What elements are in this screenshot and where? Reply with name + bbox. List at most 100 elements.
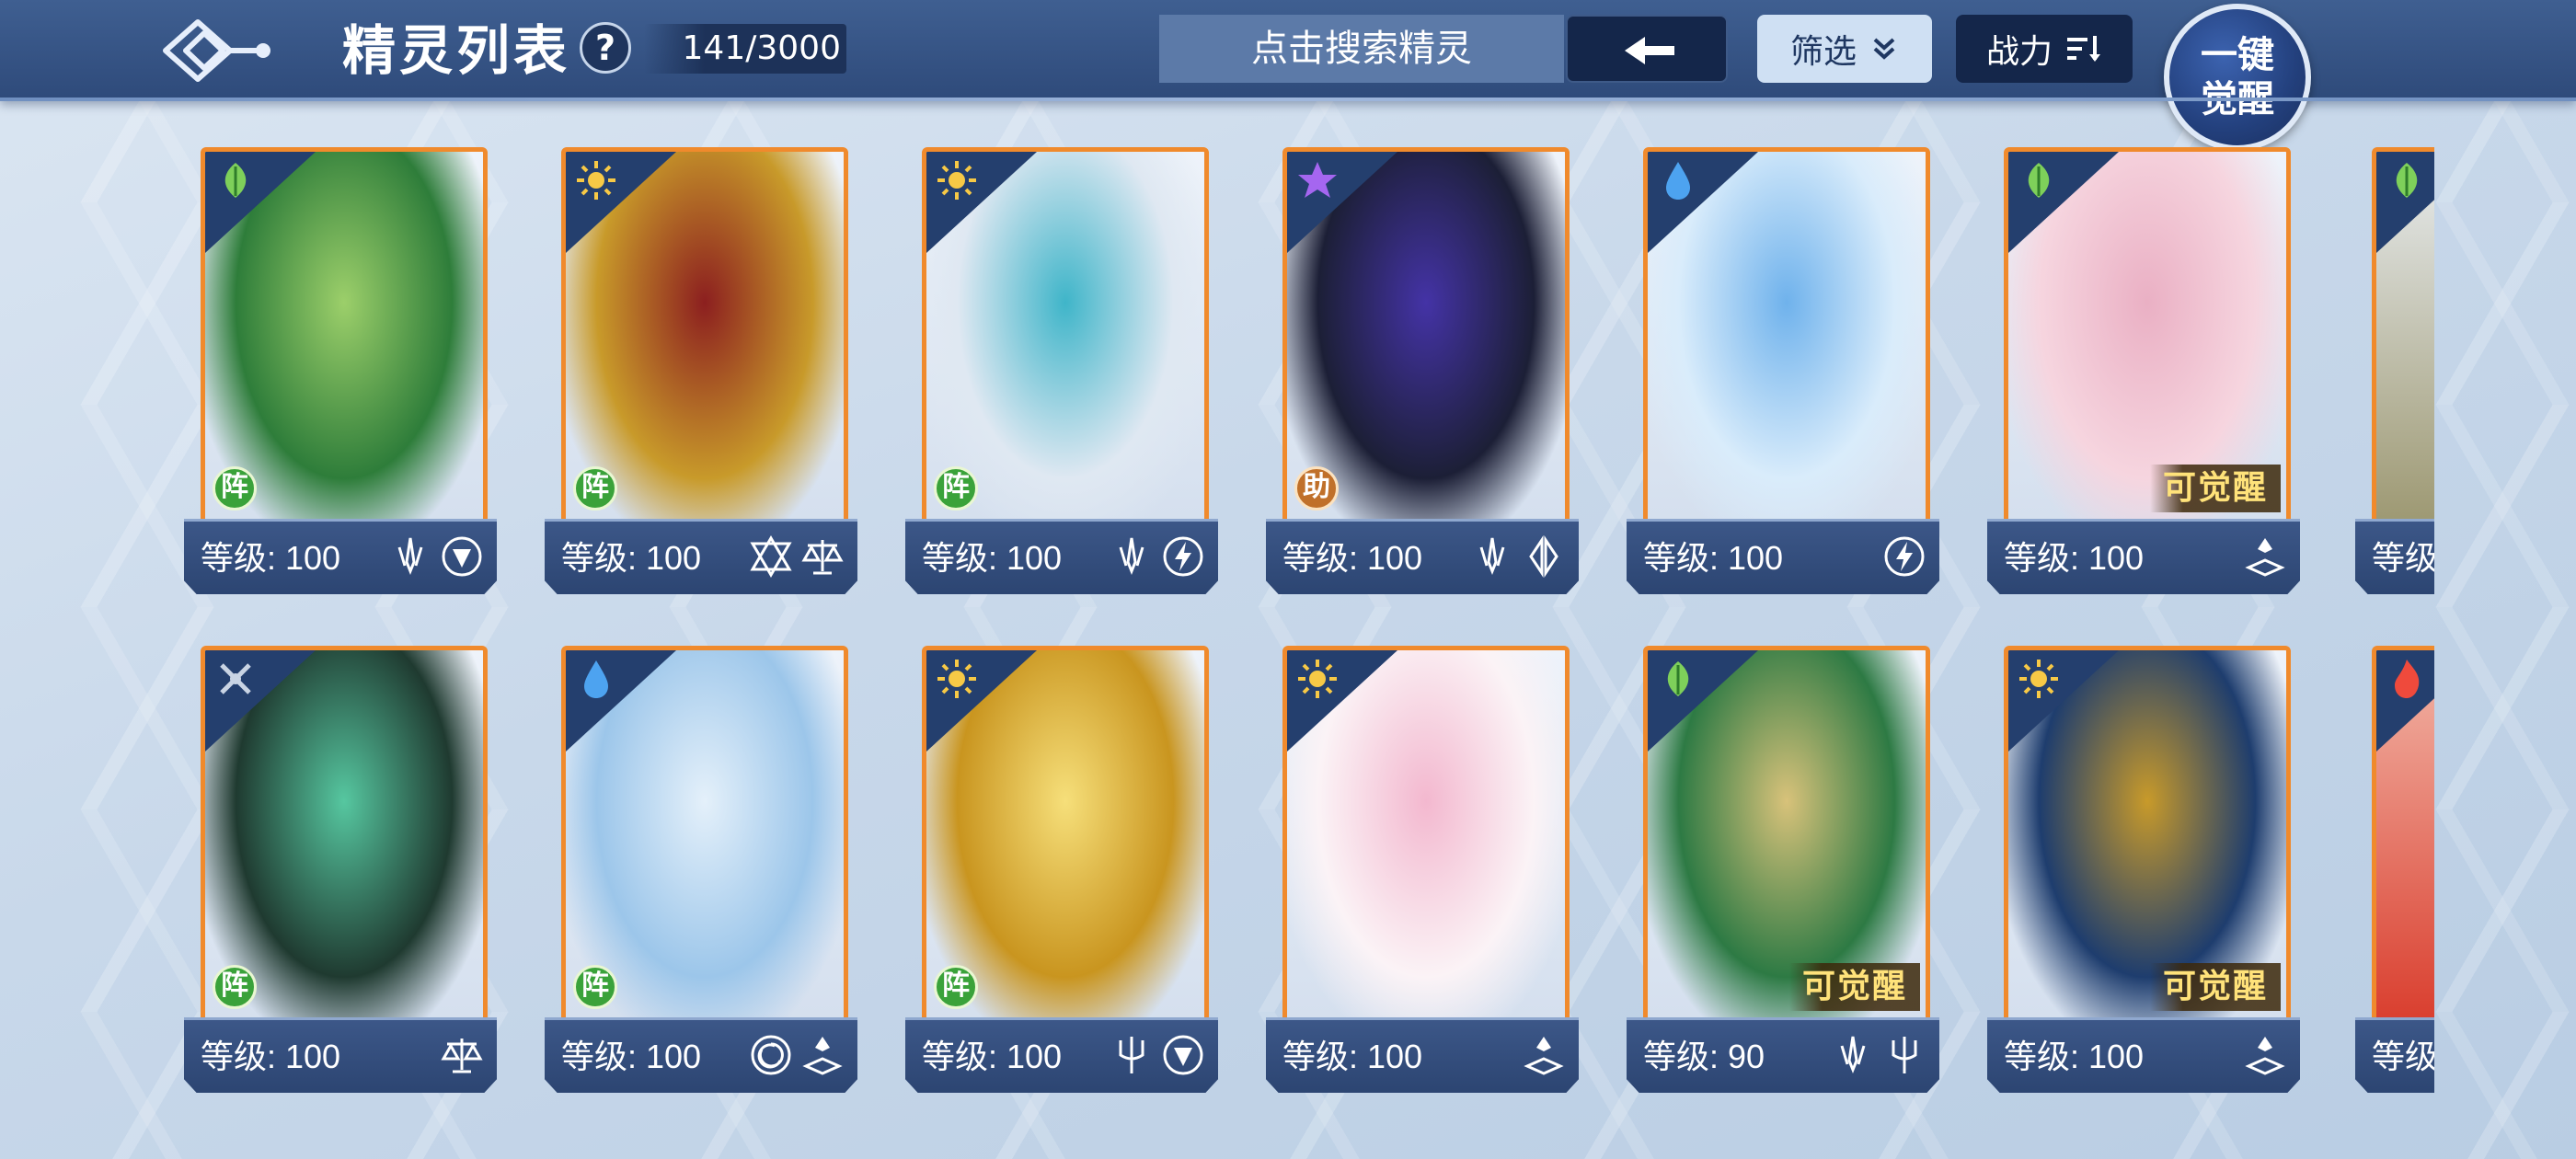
card-frame: 可觉醒: [2004, 147, 2291, 534]
level-label: 等级: 100: [2004, 539, 2145, 577]
wings-icon: [1529, 535, 1558, 578]
card-footer: 等级: 100: [184, 519, 497, 594]
spirit-card[interactable]: 阵等级: 100: [545, 646, 857, 1096]
spirit-card[interactable]: 等级: 100: [1266, 646, 1579, 1096]
sun-element-icon: [2019, 660, 2058, 698]
level-label: 等级: 100: [1643, 539, 1784, 577]
lightning-icon: [1163, 536, 1203, 577]
help-button[interactable]: ?: [580, 22, 631, 74]
card-frame: [2372, 646, 2434, 1032]
card-footer: 等级: 100: [545, 519, 857, 594]
attribute-icons: [1831, 1033, 1926, 1077]
leaf-element-icon: [1667, 661, 1689, 696]
card-frame: [1282, 646, 1570, 1032]
one-click-awaken-button[interactable]: 一键 觉醒: [2164, 4, 2311, 151]
level-label: 等级: 100: [1282, 539, 1423, 577]
card-footer: 等级: 100: [1987, 519, 2300, 594]
level-label: 等级: [2372, 1038, 2434, 1075]
leaf-element-icon: [224, 163, 247, 198]
card-footer: 等级: 100: [1266, 519, 1579, 594]
star-element-icon: [1298, 162, 1337, 198]
formation-badge: 阵: [573, 466, 617, 511]
awakenable-tag: 可觉醒: [2149, 963, 2281, 1011]
book-icon: [2245, 538, 2285, 577]
spirit-card[interactable]: 阵等级: 100: [905, 147, 1218, 598]
sun-element-icon: [577, 161, 615, 200]
card-footer: 等级: 100: [905, 1017, 1218, 1093]
card-frame: [1643, 147, 1930, 534]
spirit-card[interactable]: 阵等级: 100: [905, 646, 1218, 1096]
card-footer: 等级: 100: [545, 1017, 857, 1093]
card-footer: 等级: 100: [1266, 1017, 1579, 1093]
book-icon: [2245, 1037, 2285, 1075]
back-emblem-icon[interactable]: [147, 11, 276, 90]
awakenable-tag: 可觉醒: [1788, 963, 1920, 1011]
shield-icon: [442, 536, 482, 577]
card-footer: 等级: [2355, 519, 2434, 594]
attribute-icons: [2243, 534, 2287, 579]
search-input[interactable]: 点击搜索精灵: [1159, 15, 1564, 83]
card-frame: 阵: [922, 147, 1209, 534]
sword-icon: [397, 537, 423, 576]
level-label: 等级: 100: [2004, 1038, 2145, 1075]
book-icon: [1524, 1037, 1564, 1075]
sun-element-icon: [1298, 660, 1337, 698]
fire-element-icon: [2395, 660, 2420, 698]
attribute-icons: [749, 1033, 845, 1077]
level-label: 等级: 100: [561, 539, 702, 577]
formation-badge: 阵: [213, 466, 257, 511]
awakenable-tag: 可觉醒: [2149, 465, 2281, 512]
card-frame: 阵: [922, 646, 1209, 1032]
formation-badge: 阵: [573, 965, 617, 1009]
card-frame: 助: [1282, 147, 1570, 534]
spirit-card[interactable]: 助等级: 100: [1266, 147, 1579, 598]
clear-search-button[interactable]: [1566, 15, 1728, 83]
card-frame: 可觉醒: [1643, 646, 1930, 1032]
level-label: 等级: 100: [922, 1038, 1063, 1075]
spirit-card[interactable]: 可觉醒 等级: 100: [1987, 646, 2300, 1096]
attribute-icons: [388, 534, 484, 579]
attribute-icons: [1110, 534, 1205, 579]
trident-icon: [1892, 1037, 1917, 1073]
level-label: 等级: 100: [201, 1038, 341, 1075]
spirit-card[interactable]: 可觉醒 等级: 100: [1987, 147, 2300, 598]
top-bar: 精灵列表 ? 141/3000 点击搜索精灵 筛选 战力 一键 觉醒: [0, 0, 2576, 151]
spirit-card[interactable]: 可觉醒等级: 90: [1627, 646, 1939, 1096]
attribute-icons: [1110, 1033, 1205, 1077]
hexagram-icon: [750, 535, 792, 578]
cross-element-icon: [220, 663, 251, 694]
spirit-card[interactable]: 阵等级: 100: [545, 147, 857, 598]
card-frame: 阵: [201, 646, 488, 1032]
card-footer: 等级: 100: [1627, 519, 1939, 594]
lightning-icon: [1884, 536, 1925, 577]
sun-element-icon: [937, 161, 976, 200]
spirit-card[interactable]: 阵等级: 100: [184, 147, 497, 598]
card-frame: 可觉醒: [2004, 646, 2291, 1032]
water-element-icon: [1666, 162, 1690, 200]
attribute-icons: [1470, 534, 1566, 579]
scales-icon: [801, 540, 844, 575]
shield-icon: [1163, 1035, 1203, 1075]
spirit-card[interactable]: 阵等级: 100: [184, 646, 497, 1096]
filter-button[interactable]: 筛选: [1757, 15, 1932, 83]
card-footer: 等级: 90: [1627, 1017, 1939, 1093]
attribute-icons: [2243, 1033, 2287, 1077]
arrow-left-icon: [1625, 37, 1674, 64]
level-label: 等级: 100: [922, 539, 1063, 577]
attribute-icons: [1882, 534, 1926, 579]
book-icon: [802, 1037, 843, 1075]
spiral-icon: [751, 1035, 791, 1075]
spirit-card-partial[interactable]: 等级: [2355, 646, 2434, 1096]
sword-icon: [1840, 1036, 1866, 1074]
sort-power-button[interactable]: 战力: [1956, 15, 2133, 83]
attribute-icons: [1522, 1033, 1566, 1077]
spirit-card[interactable]: 等级: 100: [1627, 147, 1939, 598]
card-frame: 阵: [561, 147, 848, 534]
level-label: 等级: 100: [561, 1038, 702, 1075]
spirit-card-partial[interactable]: 等级: [2355, 147, 2434, 598]
sort-descending-icon: [2067, 36, 2100, 62]
water-element-icon: [584, 660, 608, 698]
formation-badge: 阵: [213, 965, 257, 1009]
support-badge: 助: [1294, 466, 1339, 511]
chevron-double-down-icon: [1873, 38, 1895, 60]
